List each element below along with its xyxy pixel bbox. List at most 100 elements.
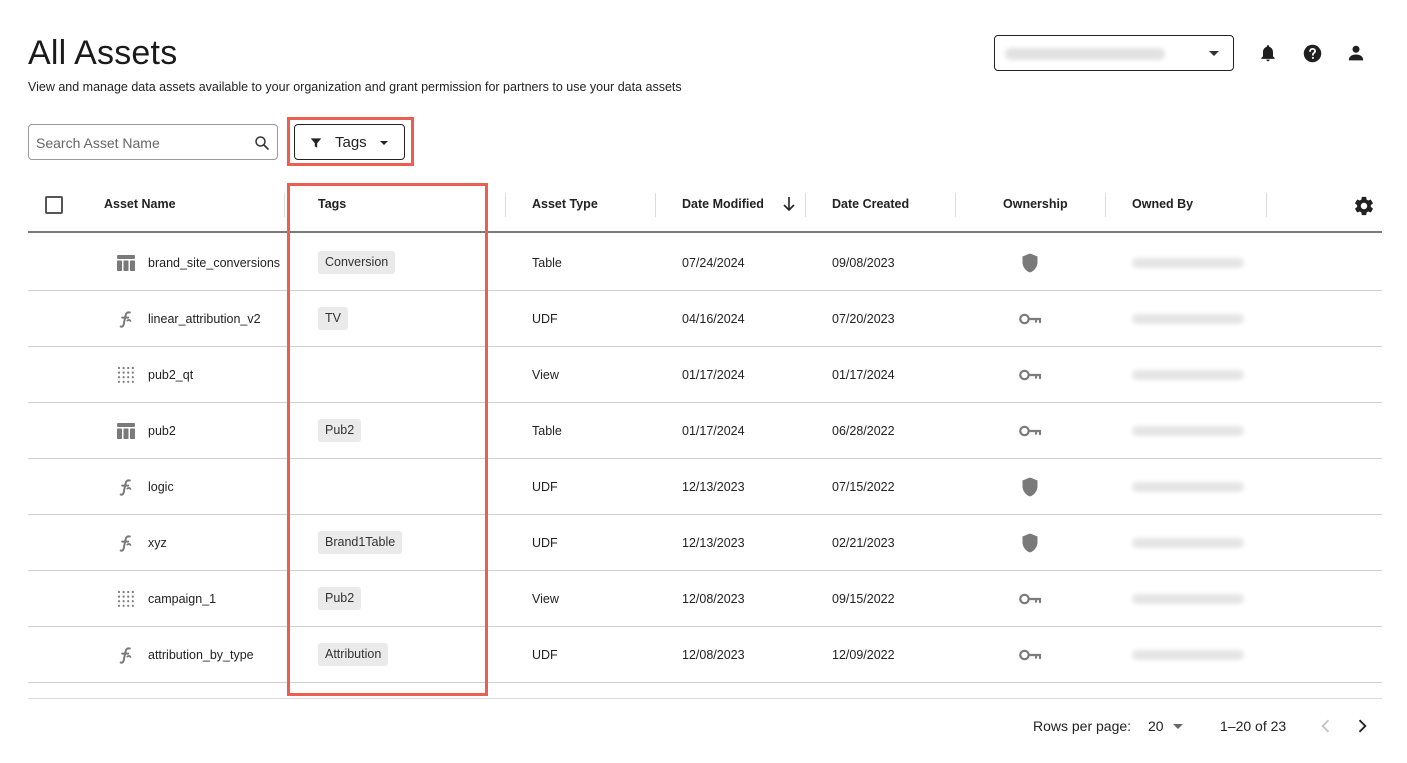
- owner-name-redacted: [1132, 426, 1244, 436]
- asset-type: Table: [532, 424, 562, 438]
- organization-select[interactable]: [994, 35, 1234, 71]
- date-modified: 12/13/2023: [682, 536, 745, 550]
- date-created: 07/15/2022: [832, 480, 895, 494]
- caret-down-icon: [380, 141, 388, 145]
- chevron-right-icon[interactable]: [1352, 716, 1372, 736]
- owner-name-redacted: [1132, 314, 1244, 324]
- tag-chip: Conversion: [318, 251, 396, 274]
- date-created: 09/08/2023: [832, 256, 895, 270]
- tag-chip: Brand1Table: [318, 531, 403, 554]
- column-header-asset-type[interactable]: Asset Type: [532, 197, 598, 211]
- asset-name[interactable]: pub2_qt: [148, 368, 193, 382]
- key-icon: [1018, 644, 1042, 666]
- asset-type: View: [532, 368, 559, 382]
- date-created: 09/15/2022: [832, 592, 895, 606]
- tags-filter-label: Tags: [335, 134, 367, 151]
- shield-icon: [1018, 532, 1042, 554]
- date-created: 12/09/2022: [832, 648, 895, 662]
- shield-icon: [1018, 476, 1042, 498]
- table-row[interactable]: pub2_qt View 01/17/2024 01/17/2024: [28, 347, 1382, 403]
- tags-filter-button[interactable]: Tags: [294, 124, 405, 160]
- key-icon: [1018, 420, 1042, 442]
- filter-icon: [310, 138, 322, 148]
- column-divider[interactable]: [505, 193, 506, 217]
- search-icon[interactable]: [253, 134, 271, 152]
- tag-chip: Pub2: [318, 419, 362, 442]
- owner-name-redacted: [1132, 538, 1244, 548]
- asset-name[interactable]: brand_site_conversions: [148, 256, 280, 270]
- help-icon[interactable]: [1301, 42, 1323, 64]
- column-divider[interactable]: [1266, 193, 1267, 217]
- gear-icon[interactable]: [1353, 195, 1375, 217]
- table-bottom-divider: [28, 698, 1382, 699]
- date-modified: 12/08/2023: [682, 592, 745, 606]
- date-modified: 01/17/2024: [682, 368, 745, 382]
- asset-name[interactable]: campaign_1: [148, 592, 216, 606]
- table-icon: [116, 253, 136, 273]
- rows-per-page-select[interactable]: 20: [1148, 718, 1164, 734]
- shield-icon: [1018, 252, 1042, 274]
- column-header-date-created[interactable]: Date Created: [832, 197, 909, 211]
- date-created: 02/21/2023: [832, 536, 895, 550]
- rows-per-page-label: Rows per page:: [1033, 718, 1132, 734]
- function-icon: [116, 477, 136, 497]
- table-header: Asset Name Tags Asset Type Date Modified…: [28, 178, 1382, 233]
- table-row[interactable]: xyz Brand1Table UDF 12/13/2023 02/21/2023: [28, 515, 1382, 571]
- asset-name[interactable]: pub2: [148, 424, 176, 438]
- view-icon: [116, 365, 136, 385]
- column-divider[interactable]: [805, 193, 806, 217]
- asset-name[interactable]: attribution_by_type: [148, 648, 254, 662]
- select-all-checkbox[interactable]: [45, 196, 63, 214]
- key-icon: [1018, 588, 1042, 610]
- date-modified: 12/08/2023: [682, 648, 745, 662]
- table-row[interactable]: pub2 Pub2 Table 01/17/2024 06/28/2022: [28, 403, 1382, 459]
- organization-name-redacted: [1005, 48, 1165, 60]
- tag-chip: TV: [318, 307, 348, 330]
- owner-name-redacted: [1132, 482, 1244, 492]
- page-subtitle: View and manage data assets available to…: [28, 80, 682, 94]
- date-created: 06/28/2022: [832, 424, 895, 438]
- column-header-owned-by[interactable]: Owned By: [1132, 197, 1193, 211]
- asset-name[interactable]: linear_attribution_v2: [148, 312, 261, 326]
- column-divider[interactable]: [284, 193, 285, 217]
- key-icon: [1018, 364, 1042, 386]
- search-field[interactable]: [28, 124, 278, 160]
- date-modified: 07/24/2024: [682, 256, 745, 270]
- asset-name[interactable]: logic: [148, 480, 174, 494]
- column-header-ownership[interactable]: Ownership: [1003, 197, 1068, 211]
- owner-name-redacted: [1132, 650, 1244, 660]
- column-header-date-modified[interactable]: Date Modified: [682, 197, 764, 211]
- caret-down-icon[interactable]: [1173, 724, 1183, 729]
- asset-type: Table: [532, 256, 562, 270]
- chevron-left-icon[interactable]: [1316, 716, 1336, 736]
- column-divider[interactable]: [655, 193, 656, 217]
- function-icon: [116, 533, 136, 553]
- table-row[interactable]: campaign_1 Pub2 View 12/08/2023 09/15/2022: [28, 571, 1382, 627]
- owner-name-redacted: [1132, 258, 1244, 268]
- date-created: 01/17/2024: [832, 368, 895, 382]
- table-icon: [116, 421, 136, 441]
- user-icon[interactable]: [1345, 42, 1367, 64]
- asset-type: UDF: [532, 480, 558, 494]
- asset-type: UDF: [532, 312, 558, 326]
- column-divider[interactable]: [1105, 193, 1106, 217]
- chevron-down-icon: [1209, 51, 1219, 56]
- owner-name-redacted: [1132, 594, 1244, 604]
- table-row[interactable]: brand_site_conversions Conversion Table 07/…: [28, 235, 1382, 291]
- table-row[interactable]: attribution_by_type Attribution UDF 12/08/2…: [28, 627, 1382, 683]
- tag-chip: Attribution: [318, 643, 389, 666]
- column-header-asset-name[interactable]: Asset Name: [104, 197, 176, 211]
- table-row[interactable]: logic UDF 12/13/2023 07/15/2022: [28, 459, 1382, 515]
- column-header-tags[interactable]: Tags: [318, 197, 346, 211]
- search-input[interactable]: [36, 133, 246, 153]
- asset-type: UDF: [532, 536, 558, 550]
- date-modified: 01/17/2024: [682, 424, 745, 438]
- column-divider[interactable]: [955, 193, 956, 217]
- asset-type: View: [532, 592, 559, 606]
- pagination-range: 1–20 of 23: [1220, 718, 1287, 734]
- bell-icon[interactable]: [1257, 42, 1279, 64]
- date-modified: 04/16/2024: [682, 312, 745, 326]
- asset-name[interactable]: xyz: [148, 536, 167, 550]
- table-row[interactable]: linear_attribution_v2 TV UDF 04/16/2024 07/2…: [28, 291, 1382, 347]
- sort-descending-icon[interactable]: [782, 196, 796, 212]
